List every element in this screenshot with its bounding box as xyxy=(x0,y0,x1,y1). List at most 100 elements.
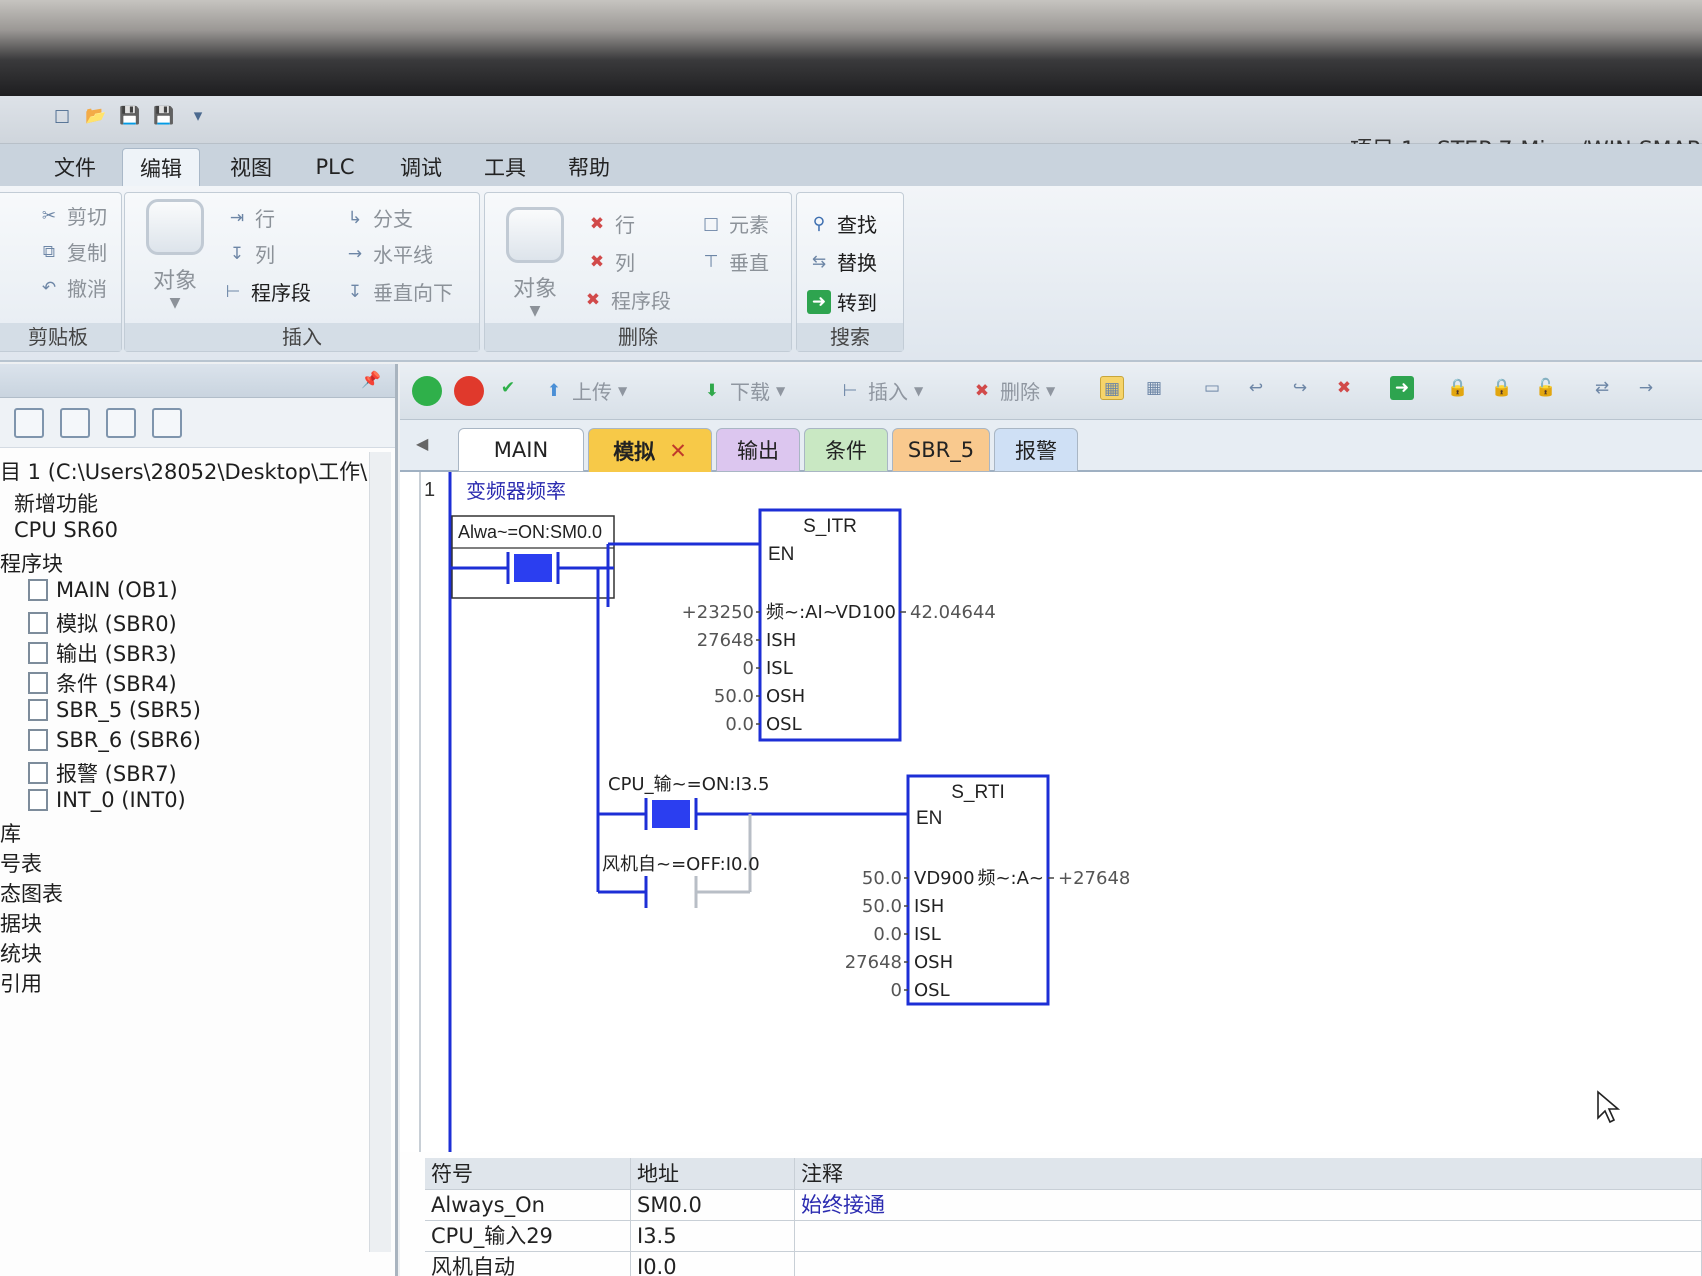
tab-help[interactable]: 帮助 xyxy=(554,148,624,186)
view-button[interactable]: ▭ xyxy=(1200,376,1224,400)
network-number: 1 xyxy=(424,479,435,501)
insert-column-button[interactable]: ↧ 列 xyxy=(225,239,275,268)
tree-item[interactable]: 模拟 (SBR0) xyxy=(28,608,177,638)
document-icon[interactable] xyxy=(60,407,90,438)
delete-element-button[interactable]: □ 元素 xyxy=(699,209,769,238)
ladder-diagram: 1 变频器频率 Alwa~=ON:SM0.0 S_ITR EN +23250频 xyxy=(419,472,1130,1152)
run-button[interactable] xyxy=(412,376,442,406)
tab-view[interactable]: 视图 xyxy=(216,148,286,186)
program-tab[interactable]: SBR_5 xyxy=(892,428,990,472)
delete-row-button[interactable]: ✖ 行 xyxy=(585,209,635,238)
hline-button[interactable]: → 水平线 xyxy=(343,239,433,268)
tree-item[interactable]: 引用 xyxy=(0,968,42,998)
download-button[interactable]: ⬇ 下载 ▼ xyxy=(700,376,785,405)
contact2-label[interactable]: CPU_输~=ON:I3.5 xyxy=(608,774,769,795)
input-value: 0.0 xyxy=(873,924,902,945)
tab-plc[interactable]: PLC xyxy=(300,148,370,186)
find-button[interactable]: ⚲ 查找 xyxy=(807,209,877,238)
vline-down-button[interactable]: ↧ 垂直向下 xyxy=(343,277,453,306)
tree-item[interactable]: 条件 (SBR4) xyxy=(28,668,177,698)
insert-row-button[interactable]: ⇥ 行 xyxy=(225,203,275,232)
ribbon: ✂ 剪切 ⧉ 复制 ↶ 撤消 剪贴板 对象 ▼ ⇥ 行 ↧ 列 ⊢ 程序段 ↳ 分支 → 水平线 … xyxy=(0,186,1702,362)
program-tabs: ◀ MAIN 模拟 ✕ 输出 条件 SBR_5 报警 xyxy=(400,420,1702,472)
goto-network-button[interactable]: ➜ xyxy=(1390,376,1414,400)
title-bar: □ 📂 💾 💾 ▾ 项目 1 - STEP 7-Micro/WIN SMAR xyxy=(0,96,1702,163)
contact1-label[interactable]: Alwa~=ON:SM0.0 xyxy=(458,522,602,542)
input-pin: ISL xyxy=(766,658,793,679)
monitor-icon[interactable] xyxy=(152,407,182,438)
tree-item[interactable]: SBR_6 (SBR6) xyxy=(28,728,201,752)
insert-network-button[interactable]: ⊢ 程序段 xyxy=(221,277,311,306)
save-icon[interactable]: 💾 xyxy=(118,104,142,128)
tree-scrollbar[interactable] xyxy=(369,452,391,1252)
network-comment: 变频器频率 xyxy=(466,479,566,503)
tree-item[interactable]: 程序块 xyxy=(0,548,63,578)
contact3-label[interactable]: 风机自~=OFF:I0.0 xyxy=(602,854,760,875)
tree-item[interactable]: 态图表 xyxy=(0,878,63,908)
pin-icon[interactable]: 📌 xyxy=(361,370,381,389)
tab-tools[interactable]: 工具 xyxy=(470,148,540,186)
lock-2-button[interactable]: 🔒 xyxy=(1490,376,1514,400)
properties-icon[interactable] xyxy=(14,407,44,438)
tree-item[interactable]: 号表 xyxy=(0,848,42,878)
tree-item[interactable]: SBR_5 (SBR5) xyxy=(28,698,201,722)
new-file-icon[interactable]: □ xyxy=(50,104,74,128)
tree-item[interactable]: INT_0 (INT0) xyxy=(28,788,186,812)
tree-item[interactable]: 新增功能 xyxy=(14,488,98,518)
delete-column-button[interactable]: ✖ 列 xyxy=(585,247,635,276)
stop-button[interactable] xyxy=(454,376,484,406)
program-tab[interactable]: 报警 xyxy=(994,428,1078,472)
tab-file[interactable]: 文件 xyxy=(40,148,110,186)
tree-item[interactable]: 据块 xyxy=(0,908,42,938)
delete-vertical-button[interactable]: ⊤ 垂直 xyxy=(699,247,769,276)
tree-item[interactable]: 统块 xyxy=(0,938,42,968)
delete-object-button[interactable]: 对象 ▼ xyxy=(499,207,571,319)
unlock-button[interactable]: 🔓 xyxy=(1534,376,1558,400)
delete-column-icon: ✖ xyxy=(589,251,605,272)
status-chart-button[interactable]: ▦ xyxy=(1142,376,1166,400)
tree-root[interactable]: 目 1 (C:\Users\28052\Desktop\工作\自⌃ xyxy=(0,456,416,486)
contact2-symbol[interactable] xyxy=(652,800,690,828)
clear-button[interactable]: ✖ xyxy=(1332,376,1356,400)
monitor-toggle-button[interactable]: ▦ xyxy=(1100,376,1124,400)
save-all-icon[interactable]: 💾 xyxy=(152,104,176,128)
next-bookmark-button[interactable]: → xyxy=(1634,376,1658,400)
branch-button[interactable]: ↳ 分支 xyxy=(343,203,413,232)
program-tab[interactable]: 输出 xyxy=(716,428,800,472)
symbol-table-row[interactable]: Always_On SM0.0 始终接通 xyxy=(425,1189,1702,1221)
bookmark-button[interactable]: ⇄ xyxy=(1590,376,1614,400)
cut-button[interactable]: ✂ 剪切 xyxy=(37,201,107,230)
tab-edit[interactable]: 编辑 xyxy=(122,148,200,186)
toolbar-insert-button[interactable]: ⊢ 插入 ▼ xyxy=(838,376,924,405)
contact1-symbol[interactable] xyxy=(514,554,552,582)
tree-item[interactable]: MAIN (OB1) xyxy=(28,578,178,602)
tree-item[interactable]: 输出 (SBR3) xyxy=(28,638,177,668)
goto-button[interactable]: ➜ 转到 xyxy=(807,287,877,316)
tree-item[interactable]: 报警 (SBR7) xyxy=(28,758,177,788)
program-tab[interactable]: 条件 xyxy=(804,428,888,472)
copy-button[interactable]: ⧉ 复制 xyxy=(37,237,107,266)
qat-dropdown-icon[interactable]: ▾ xyxy=(186,104,210,128)
undo-button[interactable]: ↶ 撤消 xyxy=(37,273,107,302)
tab-scroll-left-icon[interactable]: ◀ xyxy=(416,434,428,453)
replace-button[interactable]: ⇆ 替换 xyxy=(807,247,877,276)
upload-button[interactable]: ⬆ 上传 ▼ xyxy=(542,376,627,405)
program-tab[interactable]: 模拟 ✕ xyxy=(588,428,712,472)
compile-button[interactable]: ✔ xyxy=(496,376,520,400)
lock-button[interactable]: 🔒 xyxy=(1446,376,1470,400)
close-tab-icon[interactable]: ✕ xyxy=(669,439,687,463)
window-icon[interactable] xyxy=(106,407,136,438)
delete-network-button[interactable]: ✖ 程序段 xyxy=(581,285,671,314)
symbol-table-row[interactable]: CPU_输入29 I3.5 xyxy=(425,1220,1702,1252)
tree-item[interactable]: CPU SR60 xyxy=(14,518,118,542)
program-tab[interactable]: MAIN xyxy=(458,428,584,472)
symbol-table-row[interactable]: 风机自动 I0.0 xyxy=(425,1251,1702,1276)
tab-debug[interactable]: 调试 xyxy=(386,148,456,186)
project-tree-toolbar xyxy=(0,398,395,448)
outdent-button[interactable]: ↪ xyxy=(1288,376,1312,400)
open-folder-icon[interactable]: 📂 xyxy=(84,104,108,128)
insert-object-button[interactable]: 对象 ▼ xyxy=(139,199,211,311)
toolbar-delete-button[interactable]: ✖ 删除 ▼ xyxy=(970,376,1055,405)
tree-item[interactable]: 库 xyxy=(0,818,21,848)
indent-button[interactable]: ↩ xyxy=(1244,376,1268,400)
